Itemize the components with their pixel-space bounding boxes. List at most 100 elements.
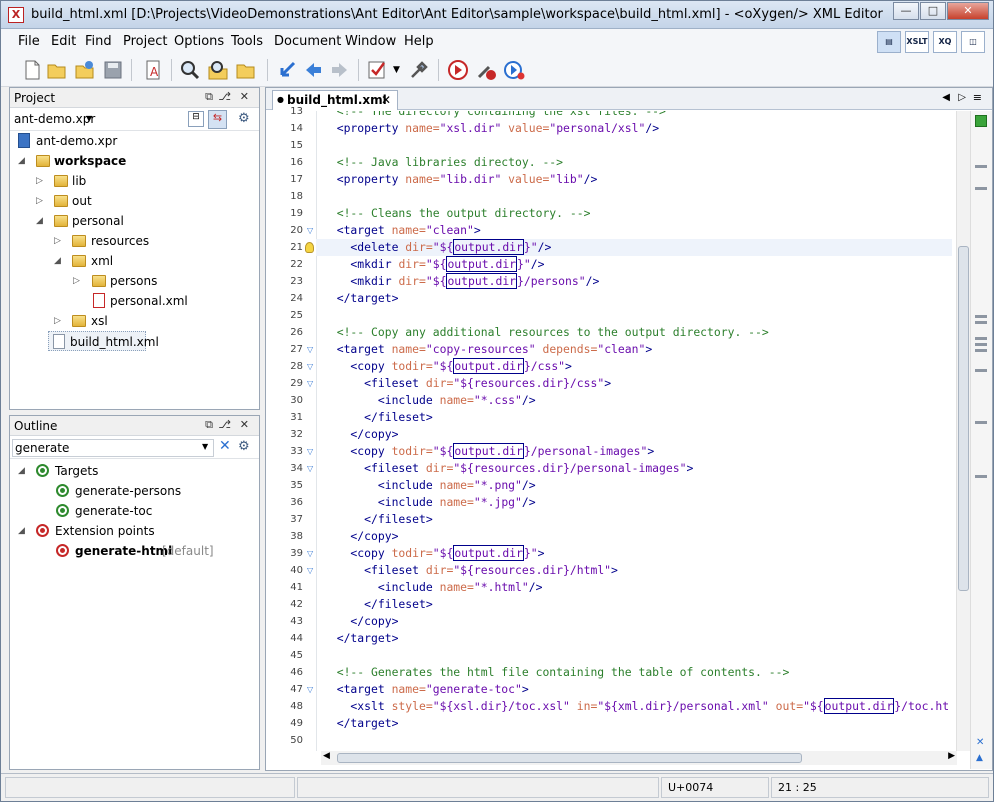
fold-toggle-icon[interactable]: ▽ xyxy=(307,222,313,239)
close-tab-icon[interactable]: ✕ xyxy=(381,91,391,109)
menu-file[interactable]: File xyxy=(18,34,40,49)
collapsed-triangle-icon[interactable]: ▷ xyxy=(73,271,80,291)
dropdown-arrow-icon[interactable]: ▼ xyxy=(393,59,403,81)
scroll-left-icon[interactable]: ◀ xyxy=(323,751,330,761)
apply-transformation-icon[interactable] xyxy=(447,59,469,81)
chevron-down-icon[interactable]: ▼ xyxy=(202,442,208,451)
code-line[interactable]: <fileset dir="${resources.dir}/html"> xyxy=(323,562,618,579)
code-line[interactable]: <target name="copy-resources" depends="c… xyxy=(323,341,653,358)
menu-tools[interactable]: Tools xyxy=(231,34,263,49)
occurrence-marker[interactable] xyxy=(975,421,987,424)
vertical-scrollbar-thumb[interactable] xyxy=(958,246,969,591)
save-icon[interactable] xyxy=(102,59,124,81)
code-line[interactable]: <include name="*.png"/> xyxy=(323,477,536,494)
code-line[interactable]: <property name="xsl.dir" value="personal… xyxy=(323,120,659,137)
code-area[interactable]: <!-- The directory containing the xsl fi… xyxy=(321,111,957,751)
code-line[interactable]: </target> xyxy=(323,290,399,307)
fold-toggle-icon[interactable]: ▽ xyxy=(307,681,313,698)
previous-icon[interactable] xyxy=(302,59,324,81)
vertical-scrollbar[interactable] xyxy=(956,111,970,751)
occurrence-marker[interactable] xyxy=(975,475,987,478)
code-line[interactable]: </copy> xyxy=(323,613,398,630)
editor-perspective-icon[interactable]: ▤ xyxy=(877,31,901,53)
occurrence-marker[interactable] xyxy=(975,343,987,346)
close-panel-icon[interactable]: ✕ xyxy=(240,418,249,431)
fold-toggle-icon[interactable]: ▽ xyxy=(307,341,313,358)
code-line[interactable]: <copy todir="${output.dir}/css"> xyxy=(323,358,572,375)
expanded-triangle-icon[interactable]: ◢ xyxy=(54,251,61,271)
menu-edit[interactable]: Edit xyxy=(51,34,76,49)
expanded-triangle-icon[interactable]: ◢ xyxy=(18,151,25,171)
code-line[interactable]: <include name="*.css"/> xyxy=(323,392,536,409)
code-line[interactable]: <xslt style="${xsl.dir}/toc.xsl" in="${x… xyxy=(323,698,949,715)
pin-icon[interactable]: ⎇ xyxy=(218,418,231,431)
collapse-all-icon[interactable]: ⊟ xyxy=(188,111,204,127)
expanded-triangle-icon[interactable]: ◢ xyxy=(36,211,43,231)
open-file-icon[interactable] xyxy=(46,59,68,81)
link-with-editor-icon[interactable]: ⇆ xyxy=(208,110,227,129)
code-line[interactable]: </fileset> xyxy=(323,511,433,528)
code-line[interactable]: <copy todir="${output.dir}/personal-imag… xyxy=(323,443,654,460)
code-line[interactable]: <!-- Generates the html file containing … xyxy=(323,664,790,681)
database-perspective-icon[interactable]: ◫ xyxy=(961,31,985,53)
collapse-icon[interactable]: ✕ xyxy=(976,737,984,748)
code-line[interactable]: <include name="*.html"/> xyxy=(323,579,543,596)
occurrence-marker[interactable] xyxy=(975,165,987,168)
next-icon[interactable] xyxy=(329,59,351,81)
close-panel-icon[interactable]: ✕ xyxy=(240,90,249,103)
code-line[interactable]: <target name="generate-toc"> xyxy=(323,681,529,698)
open-folder-icon[interactable] xyxy=(235,59,257,81)
menu-options[interactable]: Options xyxy=(174,34,224,49)
code-line[interactable]: </fileset> xyxy=(323,596,433,613)
tab-scroll-left-icon[interactable]: ◀ xyxy=(942,92,950,103)
fold-toggle-icon[interactable]: ▽ xyxy=(307,545,313,562)
menu-document[interactable]: Document xyxy=(274,34,341,49)
collapsed-triangle-icon[interactable]: ▷ xyxy=(36,191,43,211)
collapsed-triangle-icon[interactable]: ▷ xyxy=(54,231,61,251)
code-line[interactable]: <property name="lib.dir" value="lib"/> xyxy=(323,171,598,188)
code-line[interactable]: <target name="clean"> xyxy=(323,222,481,239)
fold-toggle-icon[interactable]: ▽ xyxy=(307,460,313,477)
back-arrow-icon[interactable] xyxy=(276,59,298,81)
code-line[interactable]: <!-- Cleans the output directory. --> xyxy=(323,205,591,222)
gear-icon[interactable]: ⚙ xyxy=(238,111,250,126)
code-line[interactable]: </copy> xyxy=(323,426,398,443)
xslt-debugger-icon[interactable]: XSLT xyxy=(905,31,929,53)
find-in-files-icon[interactable] xyxy=(207,59,229,81)
lightbulb-icon[interactable] xyxy=(305,242,314,253)
close-button[interactable]: ✕ xyxy=(947,2,989,20)
occurrence-marker[interactable] xyxy=(975,315,987,318)
code-line[interactable]: <copy todir="${output.dir}"> xyxy=(323,545,544,562)
scroll-right-icon[interactable]: ▶ xyxy=(948,751,955,761)
new-file-icon[interactable] xyxy=(21,59,43,81)
code-line[interactable]: <!-- The directory containing the xsl fi… xyxy=(323,111,666,120)
overview-ruler[interactable]: ✕ ▲ xyxy=(970,111,992,769)
occurrence-marker[interactable] xyxy=(975,187,987,190)
tree-item-build-html[interactable]: build_html.xml xyxy=(48,331,159,351)
outline-filter-input[interactable]: generate xyxy=(12,439,214,457)
fold-toggle-icon[interactable]: ▽ xyxy=(307,562,313,579)
code-line[interactable]: <include name="*.jpg"/> xyxy=(323,494,536,511)
transform-settings-icon[interactable] xyxy=(475,59,497,81)
debug-transformation-icon[interactable] xyxy=(503,59,525,81)
tab-scroll-right-icon[interactable]: ▷ xyxy=(958,92,966,103)
collapsed-triangle-icon[interactable]: ▷ xyxy=(54,311,61,331)
reformat-icon[interactable]: A xyxy=(142,59,164,81)
horizontal-scrollbar-thumb[interactable] xyxy=(337,753,802,763)
restore-icon[interactable]: ⧉ xyxy=(205,90,213,104)
occurrence-marker[interactable] xyxy=(975,321,987,324)
find-icon[interactable] xyxy=(179,59,201,81)
validate-icon[interactable] xyxy=(366,59,388,81)
xquery-debugger-icon[interactable]: XQ xyxy=(933,31,957,53)
menu-help[interactable]: Help xyxy=(404,34,434,49)
minimize-button[interactable]: — xyxy=(893,2,919,20)
collapsed-triangle-icon[interactable]: ▷ xyxy=(36,171,43,191)
code-line[interactable]: <fileset dir="${resources.dir}/personal-… xyxy=(323,460,693,477)
occurrence-marker[interactable] xyxy=(975,349,987,352)
tab-list-icon[interactable]: ≡ xyxy=(973,91,982,104)
restore-icon[interactable]: ⧉ xyxy=(205,418,213,432)
occurrence-marker[interactable] xyxy=(975,369,987,372)
project-selector[interactable]: ant-demo.xpr xyxy=(14,112,95,126)
open-url-icon[interactable] xyxy=(74,59,96,81)
code-line[interactable]: <!-- Copy any additional resources to th… xyxy=(323,324,769,341)
